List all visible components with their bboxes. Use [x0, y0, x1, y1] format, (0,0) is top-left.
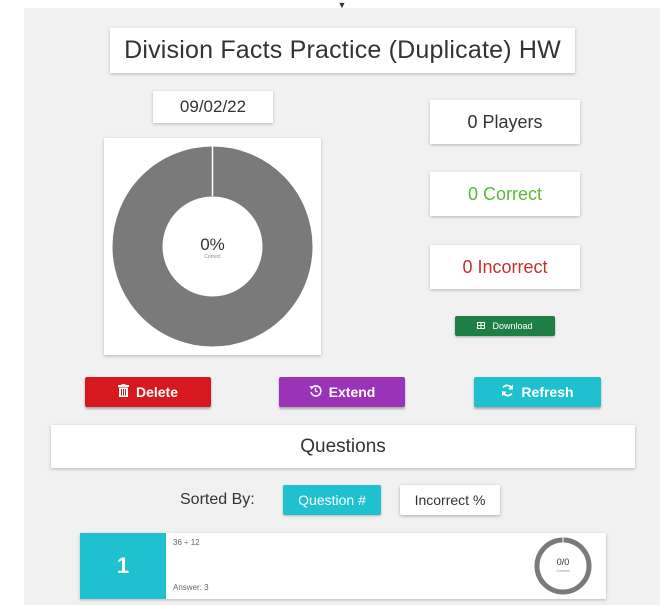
delete-label: Delete: [135, 384, 179, 400]
assignment-date: 09/02/22: [153, 91, 273, 123]
download-label: Download: [492, 321, 533, 331]
question-score-sub: Correct: [556, 568, 570, 573]
assignment-title: Division Facts Practice (Duplicate) HW: [110, 28, 575, 73]
refresh-button[interactable]: Refresh: [474, 377, 601, 407]
sorted-by-label: Sorted By:: [180, 491, 255, 508]
summary-donut-chart: 0% Correct: [104, 138, 321, 355]
extend-button[interactable]: Extend: [279, 377, 405, 407]
question-answer: Answer: 3: [173, 583, 209, 592]
questions-header: Questions: [51, 425, 635, 468]
incorrect-count: 0 Incorrect: [430, 245, 580, 289]
question-prompt: 36 ÷ 12: [173, 538, 200, 547]
download-button[interactable]: Download: [455, 316, 555, 336]
players-count: 0 Players: [430, 100, 580, 144]
refresh-icon: [501, 377, 514, 407]
refresh-label: Refresh: [521, 384, 574, 400]
donut-sub-label: Correct: [204, 254, 221, 260]
correct-count: 0 Correct: [430, 172, 580, 216]
sort-question-number-button[interactable]: Question #: [283, 485, 381, 515]
sort-incorrect-percent-button[interactable]: Incorrect %: [400, 485, 500, 515]
question-number: 1: [80, 533, 166, 599]
history-icon: [309, 377, 322, 407]
question-card[interactable]: 1 36 ÷ 12 Answer: 3 0/0 Correct: [80, 533, 606, 599]
table-icon: [477, 316, 486, 336]
donut-percent-label: 0%: [200, 235, 225, 254]
extend-label: Extend: [328, 384, 376, 400]
caret-down-icon: ▼: [337, 0, 347, 10]
trash-icon: [117, 377, 129, 407]
question-score: 0/0: [556, 557, 570, 567]
delete-button[interactable]: Delete: [85, 377, 211, 407]
